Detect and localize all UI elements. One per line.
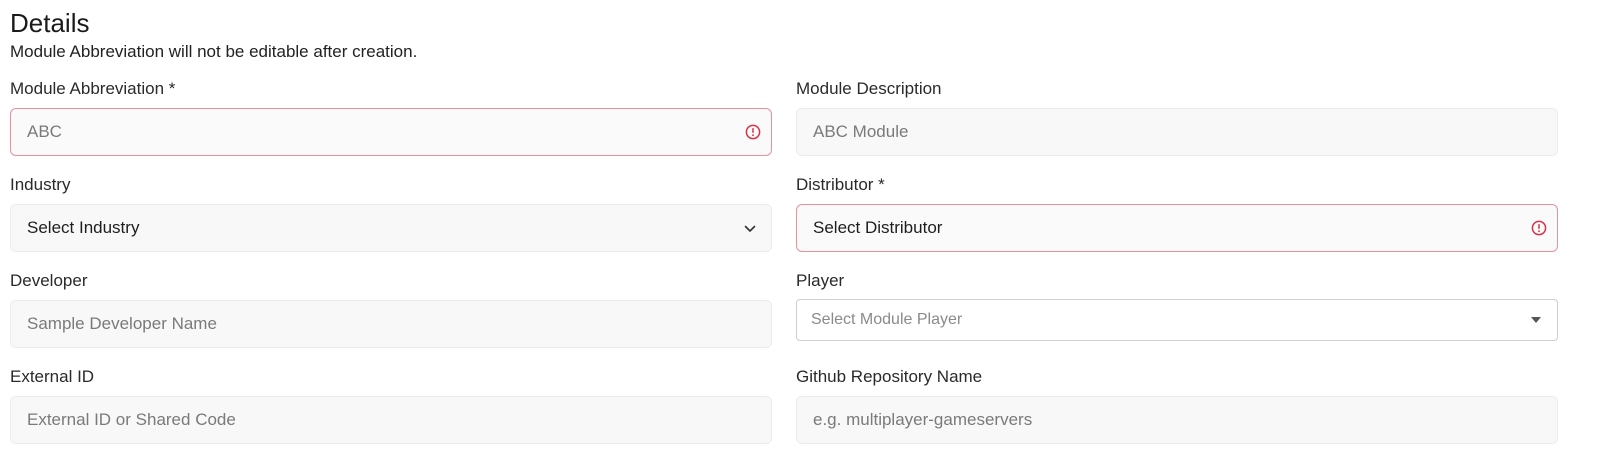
- external-id-field: External ID: [10, 366, 772, 444]
- distributor-selected-value: Select Distributor: [813, 218, 943, 237]
- external-id-input-wrapper: [10, 396, 772, 444]
- caret-down-icon: [1531, 317, 1541, 323]
- developer-field: Developer: [10, 270, 772, 348]
- details-form: Details Module Abbreviation will not be …: [0, 0, 1600, 467]
- module-abbreviation-label: Module Abbreviation *: [10, 79, 176, 98]
- industry-label: Industry: [10, 175, 71, 194]
- module-description-label: Module Description: [796, 79, 942, 98]
- player-label: Player: [796, 271, 845, 290]
- github-repo-label: Github Repository Name: [796, 367, 983, 386]
- player-selected-value: Select Module Player: [811, 311, 963, 328]
- section-subtitle: Module Abbreviation will not be editable…: [10, 42, 418, 61]
- section-title: Details: [10, 8, 90, 38]
- industry-select[interactable]: Select Industry: [10, 204, 772, 252]
- industry-field: Industry Select Industry: [10, 174, 772, 252]
- external-id-input[interactable]: [27, 410, 755, 430]
- distributor-select[interactable]: Select Distributor: [796, 204, 1558, 252]
- industry-selected-value: Select Industry: [27, 218, 140, 237]
- chevron-down-icon: [744, 225, 756, 232]
- developer-label: Developer: [10, 271, 88, 290]
- module-abbreviation-input-wrapper: [10, 108, 772, 156]
- distributor-field: Distributor * Select Distributor: [796, 174, 1558, 252]
- exclamation-circle-icon: [1531, 220, 1547, 236]
- external-id-label: External ID: [10, 367, 95, 386]
- github-repo-field: Github Repository Name: [796, 366, 1558, 444]
- distributor-label: Distributor *: [796, 175, 885, 194]
- github-repo-input-wrapper: [796, 396, 1558, 444]
- exclamation-circle-icon: [745, 124, 761, 140]
- module-description-input[interactable]: [813, 122, 1541, 142]
- module-description-field: Module Description: [796, 78, 1558, 156]
- module-abbreviation-field: Module Abbreviation *: [10, 78, 772, 156]
- player-select[interactable]: Select Module Player: [796, 299, 1558, 341]
- developer-input[interactable]: [27, 314, 755, 334]
- module-description-input-wrapper: [796, 108, 1558, 156]
- module-abbreviation-input[interactable]: [27, 122, 755, 142]
- player-field: Player Select Module Player: [796, 270, 1558, 341]
- developer-input-wrapper: [10, 300, 772, 348]
- github-repo-input[interactable]: [813, 410, 1541, 430]
